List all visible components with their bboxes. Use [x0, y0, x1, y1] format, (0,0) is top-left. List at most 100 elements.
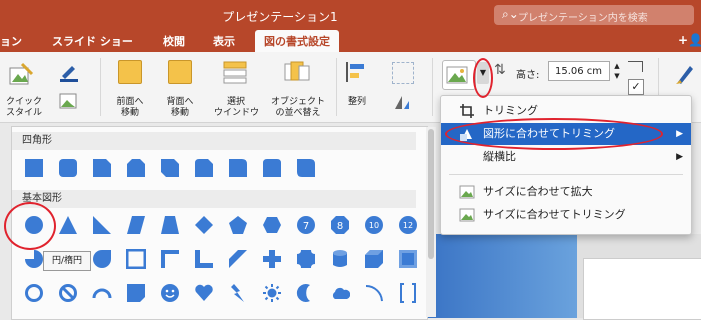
triangle-shape[interactable]	[58, 215, 78, 235]
snip-single-corner-shape[interactable]	[92, 158, 112, 178]
ribbon-tabs: ョン スライド ショー 校閲 表示 図の書式設定 +👤	[0, 30, 701, 52]
heart-shape[interactable]	[194, 283, 214, 303]
submenu-arrow-icon: ▶	[676, 129, 683, 139]
rounded-rectangle-shape[interactable]	[58, 158, 78, 178]
section-rectangles: 四角形	[12, 132, 416, 150]
tab-slideshow[interactable]: スライド ショー	[52, 33, 133, 49]
decagon-label: 10	[369, 221, 379, 230]
double-bracket-shape[interactable]	[398, 283, 418, 303]
moon-shape[interactable]	[296, 283, 316, 303]
crop-icon	[460, 104, 474, 118]
search-input[interactable]: プレゼンテーション内を検索	[518, 9, 648, 24]
height-icon: ⇅	[494, 62, 506, 78]
arc-shape[interactable]	[364, 283, 384, 303]
quick-style-icon[interactable]	[8, 62, 34, 88]
octagon-shape[interactable]: 8	[330, 215, 350, 235]
donut-shape[interactable]	[24, 283, 44, 303]
menu-item-fit[interactable]: サイズに合わせてトリミング	[441, 204, 691, 226]
section-basic-shapes: 基本図形	[12, 190, 416, 208]
pen-color-icon[interactable]	[58, 60, 80, 82]
hexagon-shape[interactable]	[262, 215, 282, 235]
no-symbol-shape[interactable]	[58, 283, 78, 303]
quick-style-label: クイック スタイル	[5, 97, 42, 118]
annotation-circle-crop-to-shape	[445, 118, 663, 150]
right-triangle-shape[interactable]	[92, 215, 112, 235]
gallery-scrollbar[interactable]	[426, 127, 436, 317]
menu-separator	[449, 174, 683, 175]
shape-tooltip: 円/楕円	[43, 251, 91, 271]
ribbon-separator	[336, 58, 337, 116]
reorder-objects-icon[interactable]	[283, 60, 311, 84]
tab-animation[interactable]: ョン	[0, 33, 22, 49]
cross-shape[interactable]	[262, 249, 282, 269]
cube-shape[interactable]	[364, 249, 384, 269]
selection-pane-label[interactable]: 選択 ウインドウ	[214, 97, 259, 119]
l-shape[interactable]	[194, 249, 214, 269]
folded-corner-shape[interactable]	[126, 283, 146, 303]
crop-button[interactable]	[442, 60, 476, 90]
title-bar: プレゼンテーション1 ⌕⌄ プレゼンテーション内を検索	[0, 0, 701, 30]
diamond-shape[interactable]	[194, 215, 214, 235]
bring-forward-icon[interactable]	[118, 60, 142, 84]
can-shape[interactable]	[330, 249, 350, 269]
teardrop-shape[interactable]	[92, 249, 112, 269]
lock-aspect-bracket	[628, 61, 643, 72]
align-icon[interactable]	[344, 60, 368, 84]
slide-picture[interactable]	[427, 234, 577, 318]
height-stepper[interactable]: ▲ ▼	[612, 61, 622, 81]
picture-effects-icon[interactable]	[58, 90, 80, 112]
lightning-bolt-shape[interactable]	[228, 283, 248, 303]
reorder-objects-label[interactable]: オブジェクト の並べ替え	[268, 97, 328, 119]
rotate-icon[interactable]	[392, 92, 412, 112]
bring-forward-label[interactable]: 前面へ 移動	[108, 97, 152, 119]
diagonal-stripe-shape[interactable]	[228, 249, 248, 269]
annotation-circle-crop-arrow	[473, 58, 493, 98]
dodecagon-shape[interactable]: 12	[398, 215, 418, 235]
height-field[interactable]: 15.06 cm	[548, 61, 610, 81]
round-single-corner-shape[interactable]	[228, 158, 248, 178]
lock-aspect-checkbox[interactable]: ✓	[628, 79, 644, 95]
frame-shape[interactable]	[126, 249, 146, 269]
cloud-shape[interactable]	[330, 283, 350, 303]
gallery-scroll-thumb[interactable]	[428, 129, 434, 259]
ribbon-separator	[432, 58, 433, 116]
group-icon[interactable]	[392, 62, 414, 84]
round-same-side-shape[interactable]	[262, 158, 282, 178]
tab-review[interactable]: 校閲	[163, 33, 185, 49]
brush-icon[interactable]	[672, 60, 698, 86]
search-box[interactable]: ⌕⌄ プレゼンテーション内を検索	[494, 5, 694, 25]
rectangle-shape[interactable]	[24, 158, 44, 178]
pentagon-shape[interactable]	[228, 215, 248, 235]
align-label[interactable]: 整列	[340, 97, 374, 108]
search-icon: ⌕⌄	[502, 7, 519, 21]
crop-menu: トリミング 図形に合わせてトリミング ▶ 縦横比 ▶ サイズに合わせて拡大 サイ…	[440, 95, 692, 235]
trapezoid-shape[interactable]	[160, 215, 180, 235]
tab-picture-format[interactable]: 図の書式設定	[255, 30, 339, 52]
pie-shape[interactable]	[24, 249, 44, 269]
add-person-icon[interactable]: +👤	[678, 33, 701, 47]
decagon-shape[interactable]: 10	[364, 215, 384, 235]
tab-view[interactable]: 表示	[213, 33, 235, 49]
heptagon-label: 7	[303, 221, 309, 232]
plaque-shape[interactable]	[296, 249, 316, 269]
send-backward-label[interactable]: 背面へ 移動	[158, 97, 202, 119]
slide-thumbnail[interactable]	[583, 258, 701, 320]
selection-pane-icon[interactable]	[222, 60, 250, 84]
send-backward-icon[interactable]	[168, 60, 192, 84]
parallelogram-shape[interactable]	[126, 215, 146, 235]
octagon-label: 8	[337, 221, 343, 232]
height-label: 高さ:	[516, 70, 540, 81]
snip-same-side-shape[interactable]	[126, 158, 146, 178]
menu-item-fill[interactable]: サイズに合わせて拡大	[441, 181, 691, 203]
window-title: プレゼンテーション1	[222, 10, 338, 24]
snip-diagonal-shape[interactable]	[160, 158, 180, 178]
block-arc-shape[interactable]	[92, 283, 112, 303]
half-frame-shape[interactable]	[160, 249, 180, 269]
smiley-face-shape[interactable]	[160, 283, 180, 303]
snip-round-shape[interactable]	[194, 158, 214, 178]
picture-icon	[459, 208, 475, 222]
sun-shape[interactable]	[262, 283, 282, 303]
heptagon-shape[interactable]: 7	[296, 215, 316, 235]
round-diagonal-shape[interactable]	[296, 158, 316, 178]
bevel-shape[interactable]	[398, 249, 418, 269]
